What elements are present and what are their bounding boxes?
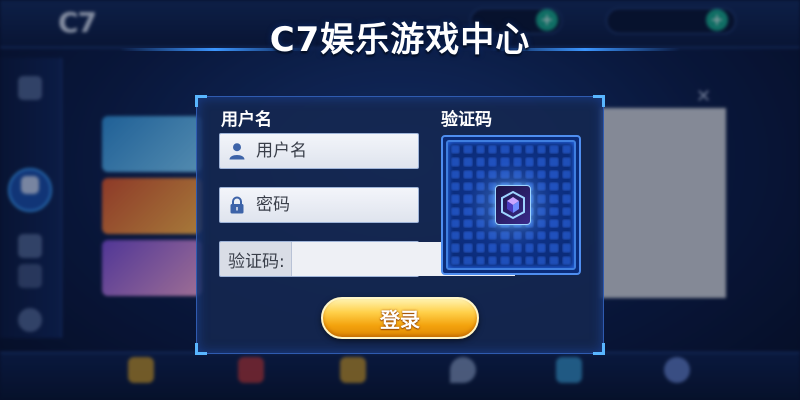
password-field[interactable]: [219, 187, 475, 223]
dialog-corner: [593, 343, 605, 355]
dialog-corner: [195, 343, 207, 355]
login-dialog: 用户名 验证码 验证码:: [195, 95, 605, 355]
dialog-corner: [195, 95, 207, 107]
username-field[interactable]: [219, 133, 475, 169]
captcha-field[interactable]: 验证码:: [219, 241, 515, 277]
user-icon: [228, 141, 246, 161]
lock-icon: [228, 195, 246, 215]
captcha-image[interactable]: [441, 135, 581, 275]
page-title: C7娱乐游戏中心: [269, 20, 531, 60]
dialog-corner: [593, 95, 605, 107]
captcha-symbol-icon: [495, 185, 531, 225]
captcha-field-prefix: 验证码:: [228, 251, 285, 272]
captcha-label: 验证码: [441, 110, 492, 130]
username-label: 用户名: [221, 110, 272, 130]
login-button[interactable]: 登录: [321, 297, 479, 339]
